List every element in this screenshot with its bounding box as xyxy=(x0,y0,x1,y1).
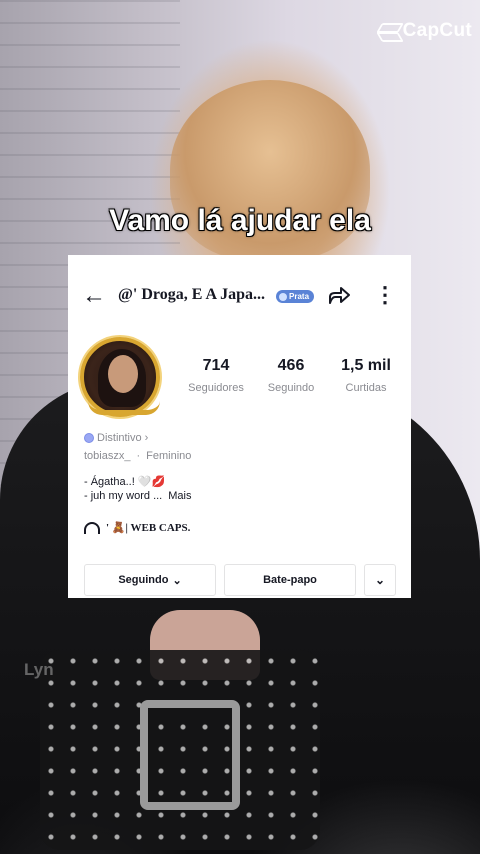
profile-bio: - Ágatha..! 🤍💋 - juh my word ... Mais xyxy=(84,475,191,503)
chevron-down-icon: ⌄ xyxy=(172,574,182,587)
distintivo-icon xyxy=(84,433,94,443)
chat-button[interactable]: Bate-papo xyxy=(224,564,356,596)
stat-value: 466 xyxy=(277,357,305,374)
link-icon xyxy=(84,521,100,534)
stat-likes[interactable]: 1,5 mil Curtidas xyxy=(330,357,402,394)
capcut-text: CapCut xyxy=(402,20,472,41)
badge-label: Prata xyxy=(289,292,310,301)
bio-more-link[interactable]: Mais xyxy=(168,490,191,502)
meta-separator: · xyxy=(136,450,141,462)
profile-meta: tobiaszx_ · Feminino xyxy=(84,450,191,462)
rank-badge: Prata xyxy=(276,290,315,303)
distintivo-label: Distintivo › xyxy=(97,432,149,444)
stat-label: Curtidas xyxy=(345,382,387,394)
stat-value: 714 xyxy=(202,357,230,374)
chat-label: Bate-papo xyxy=(263,574,317,586)
avatar-face xyxy=(108,355,138,393)
profile-card: ← @' Droga, E A Japa... Prata ⋮ 714 Segu… xyxy=(68,255,411,598)
link-text: ' 🧸| WEB CAPS. xyxy=(106,522,191,534)
more-vertical-icon[interactable]: ⋮ xyxy=(374,284,396,306)
avatar[interactable] xyxy=(80,337,160,417)
capcut-logo-icon xyxy=(377,22,399,40)
profile-stats: 714 Seguidores 466 Seguindo 1,5 mil Curt… xyxy=(180,357,402,394)
stat-value: 1,5 mil xyxy=(341,357,391,374)
following-label: Seguindo xyxy=(118,574,169,586)
gender: Feminino xyxy=(146,450,192,462)
badge-icon xyxy=(279,292,287,301)
profile-topbar: ← @' Droga, E A Japa... Prata ⋮ xyxy=(68,281,411,311)
stat-followers[interactable]: 714 Seguidores xyxy=(180,357,252,394)
video-caption: Vamo lá ajudar ela xyxy=(109,204,371,237)
arrow-left-icon[interactable]: ← xyxy=(82,284,106,308)
background-buckle xyxy=(140,700,240,810)
laurel-frame-icon xyxy=(88,401,160,415)
share-icon[interactable] xyxy=(326,283,352,309)
profile-link[interactable]: ' 🧸| WEB CAPS. xyxy=(84,521,190,534)
bio-line: - juh my word ... xyxy=(84,490,163,502)
following-button[interactable]: Seguindo ⌄ xyxy=(84,564,216,596)
capcut-watermark: CapCut xyxy=(377,20,472,42)
distintivo-link[interactable]: Distintivo › xyxy=(84,432,148,444)
stat-label: Seguindo xyxy=(267,382,315,394)
suggestions-dropdown-button[interactable]: ⌄ xyxy=(364,564,396,596)
stat-following[interactable]: 466 Seguindo xyxy=(255,357,327,394)
bio-line-with-more: - juh my word ... Mais xyxy=(84,489,191,503)
profile-actions: Seguindo ⌄ Bate-papo ⌄ xyxy=(84,564,396,598)
stat-label: Seguidores xyxy=(188,382,244,394)
chevron-down-icon: ⌄ xyxy=(374,573,386,587)
username: tobiaszx_ xyxy=(84,450,131,462)
profile-title: @' Droga, E A Japa... xyxy=(118,286,266,303)
corner-watermark: Lyn xyxy=(24,660,54,679)
bio-line: - Ágatha..! 🤍💋 xyxy=(84,476,166,488)
